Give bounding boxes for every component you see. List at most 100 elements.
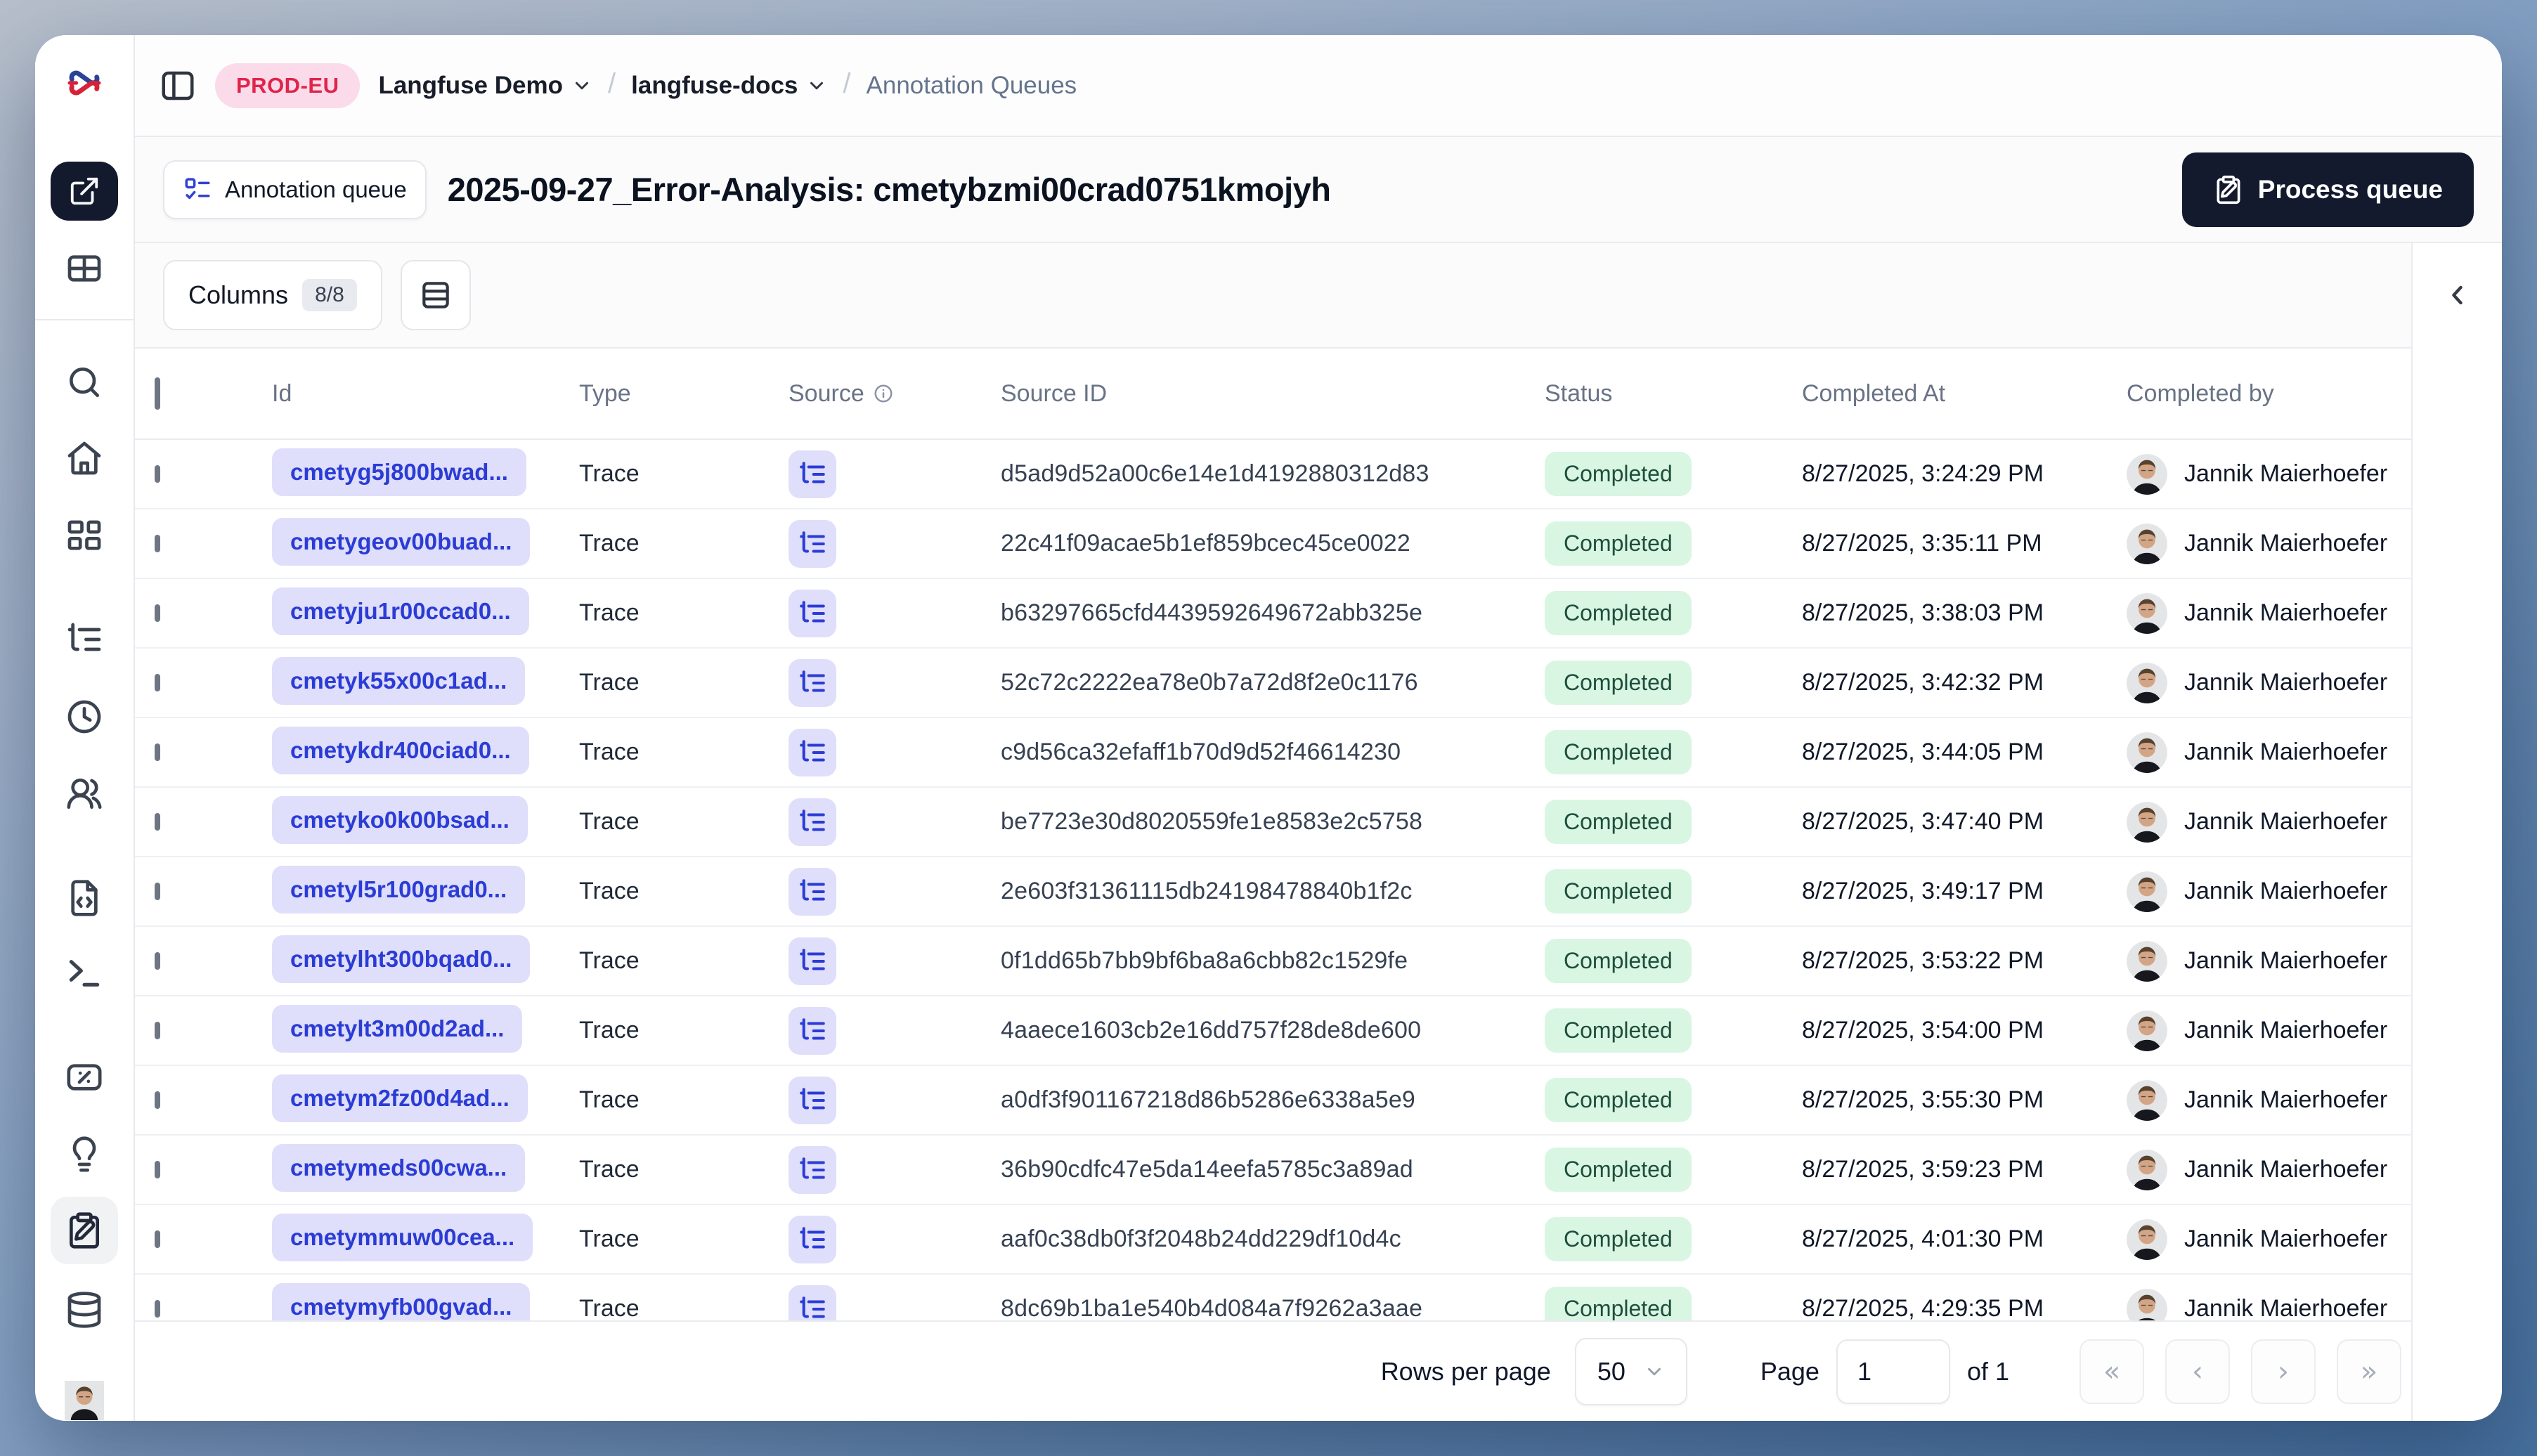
sidebar-item-prompts[interactable] (65, 878, 104, 918)
row-checkbox[interactable] (155, 812, 160, 831)
sidebar-item-users[interactable] (65, 774, 104, 814)
source-trace-button[interactable] (789, 867, 836, 916)
table-row[interactable]: cmetylht300bqad0... Trace 0f1dd65b7bb9bf… (135, 927, 2411, 996)
row-checkbox[interactable] (155, 464, 160, 483)
breadcrumb-page[interactable]: Annotation Queues (867, 72, 1077, 100)
row-height-button[interactable] (400, 260, 471, 330)
completed-by-name: Jannik Maierhoefer (2184, 1156, 2388, 1183)
source-trace-button[interactable] (789, 589, 836, 637)
table-row[interactable]: cmetyk55x00c1ad... Trace 52c72c2222ea78e… (135, 649, 2411, 718)
source-trace-button[interactable] (789, 1076, 836, 1124)
table-row[interactable]: cmetymyfb00gvad... Trace 8dc69b1ba1e540b… (135, 1275, 2411, 1320)
last-page-button[interactable]: » (2337, 1339, 2401, 1404)
row-checkbox[interactable] (155, 1299, 160, 1318)
source-trace-button[interactable] (789, 450, 836, 498)
row-checkbox[interactable] (155, 882, 160, 900)
item-id-badge[interactable]: cmetyk55x00c1ad... (272, 657, 526, 705)
collapse-panel-button[interactable] (2442, 280, 2473, 311)
sidebar-item-insights[interactable] (65, 1135, 104, 1174)
chevron-down-icon (1647, 1367, 1661, 1375)
sidebar-toggle-button[interactable] (159, 67, 197, 105)
source-trace-button[interactable] (789, 728, 836, 776)
table-row[interactable]: cmetygeov00buad... Trace 22c41f09acae5b1… (135, 509, 2411, 579)
sidebar-item-playground[interactable] (65, 954, 104, 993)
col-header-status[interactable]: Status (1545, 380, 1802, 408)
sidebar-item-annotation-queues[interactable] (51, 1197, 118, 1264)
item-id-badge[interactable]: cmetym2fz00d4ad... (272, 1074, 528, 1122)
source-trace-button[interactable] (789, 798, 836, 846)
source-trace-button[interactable] (789, 658, 836, 707)
item-id-badge[interactable]: cmetyg5j800bwad... (272, 448, 526, 496)
row-checkbox[interactable] (155, 1021, 160, 1039)
source-trace-button[interactable] (789, 519, 836, 568)
sidebar-item-sessions[interactable] (65, 697, 104, 736)
next-page-button[interactable]: › (2251, 1339, 2316, 1404)
sidebar-item-search[interactable] (65, 363, 104, 402)
row-checkbox[interactable] (155, 1091, 160, 1109)
completed-by-avatar (2127, 1149, 2167, 1190)
table-row[interactable]: cmetymmuw00cea... Trace aaf0c38db0f3f204… (135, 1205, 2411, 1275)
breadcrumb-project[interactable]: langfuse-docs (631, 72, 827, 100)
annotation-queue-chip[interactable]: Annotation queue (163, 160, 427, 219)
process-queue-button[interactable]: Process queue (2181, 152, 2474, 227)
col-header-completed-at[interactable]: Completed At (1802, 380, 2127, 408)
sidebar-item-dashboards[interactable] (65, 517, 104, 557)
table-row[interactable]: cmetym2fz00d4ad... Trace a0df3f901167218… (135, 1066, 2411, 1136)
item-id-badge[interactable]: cmetylht300bqad0... (272, 935, 531, 983)
side-panel-rail (2411, 243, 2502, 1421)
source-trace-button[interactable] (789, 1006, 836, 1055)
col-header-source-id[interactable]: Source ID (1001, 380, 1545, 408)
rows-per-page-select[interactable]: 50 (1574, 1337, 1687, 1405)
trace-tree-icon (800, 878, 825, 901)
table-row[interactable]: cmetylt3m00d2ad... Trace 4aaece1603cb2e1… (135, 996, 2411, 1066)
completed-at: 8/27/2025, 3:24:29 PM (1802, 460, 2044, 487)
user-avatar[interactable] (49, 1365, 119, 1421)
sidebar-item-home[interactable] (65, 438, 104, 478)
table-row[interactable]: cmetyg5j800bwad... Trace d5ad9d52a00c6e1… (135, 440, 2411, 509)
open-external-button[interactable] (51, 162, 118, 221)
select-all-checkbox[interactable] (155, 377, 160, 410)
item-id-badge[interactable]: cmetyko0k00bsad... (272, 796, 528, 844)
table-row[interactable]: cmetyl5r100grad0... Trace 2e603f31361115… (135, 857, 2411, 927)
breadcrumb-org[interactable]: Langfuse Demo (378, 72, 592, 100)
item-id-badge[interactable]: cmetymeds00cwa... (272, 1144, 526, 1192)
col-header-id[interactable]: Id (272, 380, 579, 408)
source-trace-button[interactable] (789, 1285, 836, 1320)
sidebar-item-tracing[interactable] (65, 620, 104, 659)
sidebar-item-tables[interactable] (65, 249, 104, 288)
row-checkbox[interactable] (155, 1230, 160, 1248)
item-id-badge[interactable]: cmetylt3m00d2ad... (272, 1005, 523, 1053)
row-checkbox[interactable] (155, 743, 160, 761)
item-id-badge[interactable]: cmetyju1r00ccad0... (272, 587, 529, 635)
table-row[interactable]: cmetymeds00cwa... Trace 36b90cdfc47e5da1… (135, 1136, 2411, 1205)
sidebar-item-evaluation[interactable] (65, 1058, 104, 1097)
columns-button[interactable]: Columns 8/8 (163, 260, 382, 330)
status-badge: Completed (1545, 452, 1692, 496)
item-id-badge[interactable]: cmetymyfb00gvad... (272, 1283, 531, 1320)
table-row[interactable]: cmetyju1r00ccad0... Trace b63297665cfd44… (135, 579, 2411, 649)
page-number-input[interactable] (1836, 1339, 1950, 1404)
completed-at: 8/27/2025, 3:44:05 PM (1802, 739, 2044, 765)
table-row[interactable]: cmetyko0k00bsad... Trace be7723e30d80205… (135, 788, 2411, 857)
first-page-button[interactable]: « (2079, 1339, 2144, 1404)
item-id-badge[interactable]: cmetymmuw00cea... (272, 1214, 533, 1261)
item-id-badge[interactable]: cmetyl5r100grad0... (272, 866, 526, 914)
item-id-badge[interactable]: cmetykdr400ciad0... (272, 727, 529, 774)
sidebar-item-datasets[interactable] (65, 1290, 104, 1330)
row-checkbox[interactable] (155, 534, 160, 552)
item-type: Trace (579, 669, 640, 696)
source-trace-button[interactable] (789, 937, 836, 985)
col-header-completed-by[interactable]: Completed by (2127, 380, 2411, 408)
previous-page-button[interactable]: ‹ (2165, 1339, 2230, 1404)
row-checkbox[interactable] (155, 673, 160, 691)
row-checkbox[interactable] (155, 604, 160, 622)
col-header-type[interactable]: Type (579, 380, 789, 408)
row-checkbox[interactable] (155, 1160, 160, 1178)
col-header-source[interactable]: Source (789, 380, 1001, 408)
row-checkbox[interactable] (155, 951, 160, 970)
source-trace-button[interactable] (789, 1145, 836, 1194)
source-trace-button[interactable] (789, 1215, 836, 1263)
item-id-badge[interactable]: cmetygeov00buad... (272, 518, 531, 566)
table-row[interactable]: cmetykdr400ciad0... Trace c9d56ca32efaff… (135, 718, 2411, 788)
completed-by-name: Jannik Maierhoefer (2184, 1017, 2388, 1044)
